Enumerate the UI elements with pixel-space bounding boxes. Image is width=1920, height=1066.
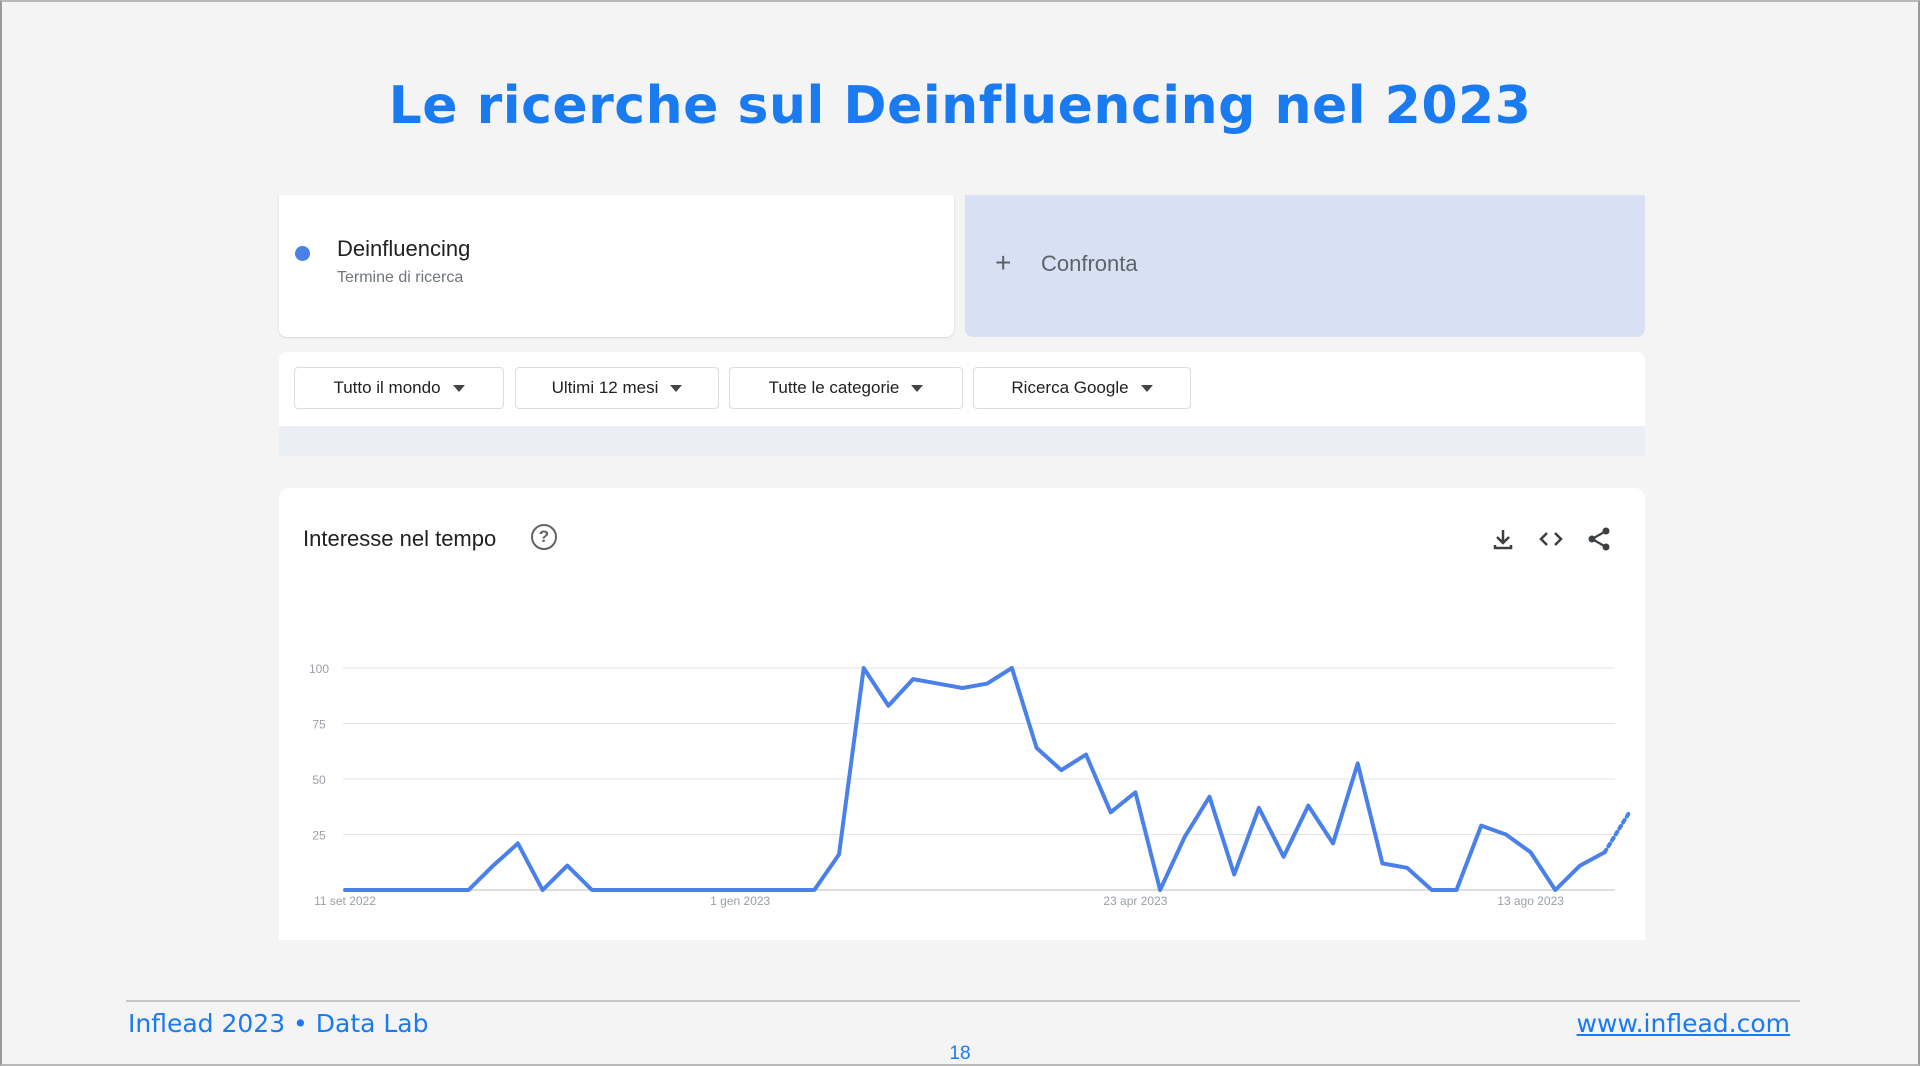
x-tick-label: 1 gen 2023 [710, 894, 770, 908]
filter-region-dropdown[interactable]: Tutto il mondo [294, 367, 504, 409]
caret-down-icon [670, 384, 683, 392]
footer-divider [126, 1000, 1800, 1002]
x-tick-label: 23 apr 2023 [1103, 894, 1167, 908]
y-tick-label: 25 [312, 829, 326, 843]
series-partial-line [1602, 810, 1632, 855]
x-tick-label: 13 ago 2023 [1497, 894, 1564, 908]
caret-down-icon [911, 384, 924, 392]
footer-brand: Inflead 2023 • Data Lab [128, 1009, 429, 1038]
search-term-name[interactable]: Deinfluencing [337, 236, 470, 262]
compare-button[interactable]: + Confronta [965, 195, 1645, 337]
slide: Le ricerche sul Deinfluencing nel 2023 D… [0, 0, 1920, 1066]
y-tick-label: 50 [312, 773, 326, 787]
compare-label: Confronta [1041, 251, 1138, 276]
filter-category-label: Tutte le categorie [768, 378, 900, 397]
filter-bar: Tutto il mondo Ultimi 12 mesi Tutte le c… [279, 352, 1645, 426]
slide-title: Le ricerche sul Deinfluencing nel 2023 [388, 76, 1532, 136]
page-number: 18 [949, 1043, 971, 1064]
x-tick-label: 11 set 2022 [314, 894, 376, 908]
filter-time-label: Ultimi 12 mesi [551, 378, 659, 397]
footer-website-link[interactable]: www.inflead.com [1577, 1009, 1790, 1038]
caret-down-icon [1140, 384, 1153, 392]
series-color-dot [295, 246, 310, 261]
y-tick-label: 100 [309, 662, 329, 676]
caret-down-icon [452, 384, 465, 392]
filter-time-dropdown[interactable]: Ultimi 12 mesi [515, 367, 719, 409]
filter-source-dropdown[interactable]: Ricerca Google [973, 367, 1191, 409]
interest-over-time-card: Interesse nel tempo ? 100 75 50 25 11 set 20… [279, 488, 1645, 940]
search-term-subtitle: Termine di ricerca [337, 269, 464, 286]
filter-source-label: Ricerca Google [1011, 378, 1129, 397]
search-term-card[interactable]: Deinfluencing Termine di ricerca [279, 195, 954, 337]
plus-icon: + [995, 247, 1012, 278]
filter-category-dropdown[interactable]: Tutte le categorie [729, 367, 963, 409]
interest-line-chart: 100 75 50 25 11 set 2022 1 gen 2023 23 apr 202… [309, 662, 1632, 908]
filter-region-label: Tutto il mondo [333, 378, 441, 397]
y-tick-label: 75 [312, 718, 326, 732]
filter-bar-strip [279, 426, 1645, 456]
